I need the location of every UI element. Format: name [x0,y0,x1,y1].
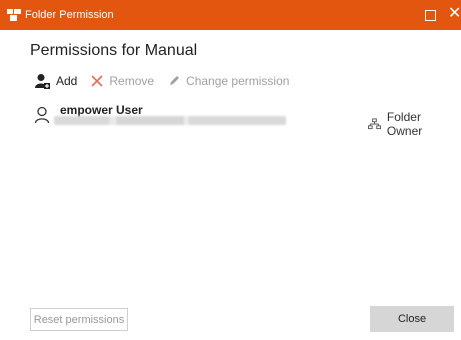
permission-list-item[interactable]: empower User Folder Owner [34,103,454,138]
change-permission-label: Change permission [186,74,290,88]
user-name: empower User [60,103,143,117]
title-bar: Folder Permission ✕ [0,0,461,30]
folder-share-icon [7,9,21,21]
change-permission-button[interactable]: Change permission [168,74,289,88]
reset-permissions-button[interactable]: Reset permissions [30,308,128,331]
hierarchy-icon [368,118,381,130]
remove-button[interactable]: Remove [91,74,154,88]
pencil-icon [170,76,180,85]
remove-label: Remove [109,74,155,88]
maximize-button[interactable] [425,10,436,21]
close-window-button[interactable]: ✕ [448,5,461,23]
remove-icon [91,75,103,87]
add-user-icon [35,74,50,89]
user-email-redacted [54,116,286,125]
window-title: Folder Permission [25,9,114,21]
toolbar: Add Remove Change permission [34,72,303,90]
add-button[interactable]: Add [34,73,77,89]
user-icon [34,106,50,124]
close-button[interactable]: Close [370,306,454,332]
role-label: Folder Owner [386,110,423,138]
page-title: Permissions for Manual [30,42,198,59]
permission-role: Folder Owner [368,110,454,138]
add-label: Add [56,74,78,88]
